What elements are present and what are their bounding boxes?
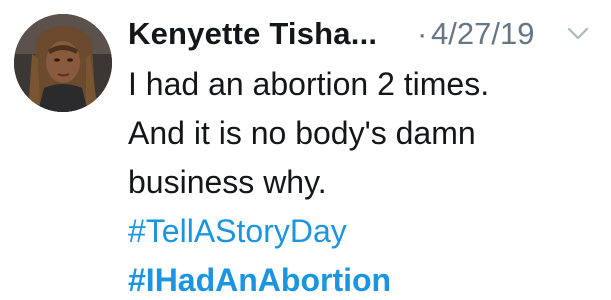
tweet-text: I had an abortion 2 times. And it is no … xyxy=(128,60,598,300)
avatar[interactable] xyxy=(14,14,112,112)
tweet: Kenyette Tisha... · 4/27/19 I had an abo… xyxy=(0,0,611,300)
avatar-image xyxy=(14,14,112,112)
header-separator: · xyxy=(417,16,428,51)
tweet-text-line: And it is no body's damn xyxy=(128,115,476,151)
tweet-date[interactable]: 4/27/19 xyxy=(431,16,534,52)
tweet-header: Kenyette Tisha... · 4/27/19 xyxy=(128,12,598,56)
tweet-text-line: I had an abortion 2 times. xyxy=(128,66,490,102)
author-name[interactable]: Kenyette Tisha... xyxy=(128,16,377,52)
hashtag-link[interactable]: #IHadAnAbortion xyxy=(128,256,598,300)
hashtag-link[interactable]: #TellAStoryDay xyxy=(128,207,598,256)
chevron-down-icon[interactable] xyxy=(566,24,590,44)
tweet-text-line: business why. xyxy=(128,164,327,200)
